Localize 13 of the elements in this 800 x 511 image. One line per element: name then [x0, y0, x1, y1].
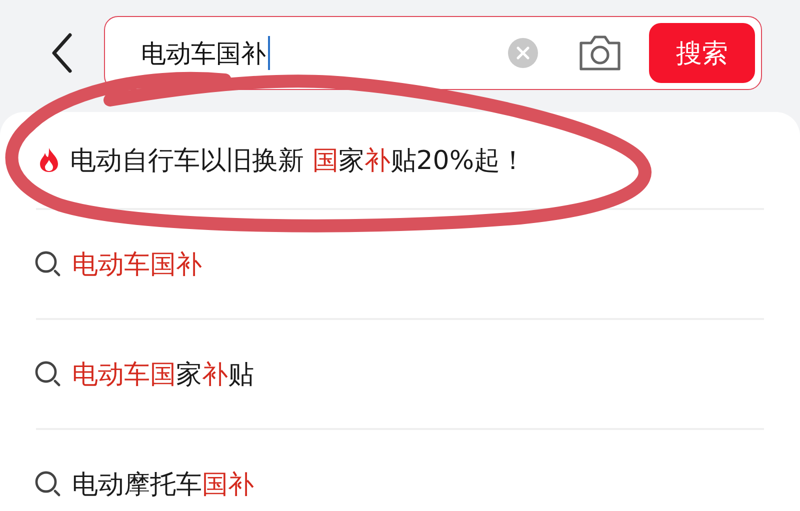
search-icon: [34, 250, 62, 278]
suggestion-item[interactable]: 电动车国家补贴: [72, 356, 254, 392]
suggestion-item[interactable]: 电动车国补: [72, 246, 202, 282]
search-icon: [34, 470, 62, 498]
camera-icon[interactable]: [577, 33, 623, 73]
search-icon: [34, 360, 62, 388]
flame-icon: [38, 147, 60, 173]
suggestion-item[interactable]: 电动自行车以旧换新 国家补贴20%起！: [70, 142, 526, 178]
suggestion-item[interactable]: 电动摩托车国补: [72, 466, 254, 502]
back-icon[interactable]: [50, 32, 74, 74]
search-button[interactable]: 搜索: [649, 23, 755, 83]
search-field[interactable]: 电动车国补 搜索: [104, 16, 762, 90]
search-query: 电动车国补: [141, 38, 266, 70]
